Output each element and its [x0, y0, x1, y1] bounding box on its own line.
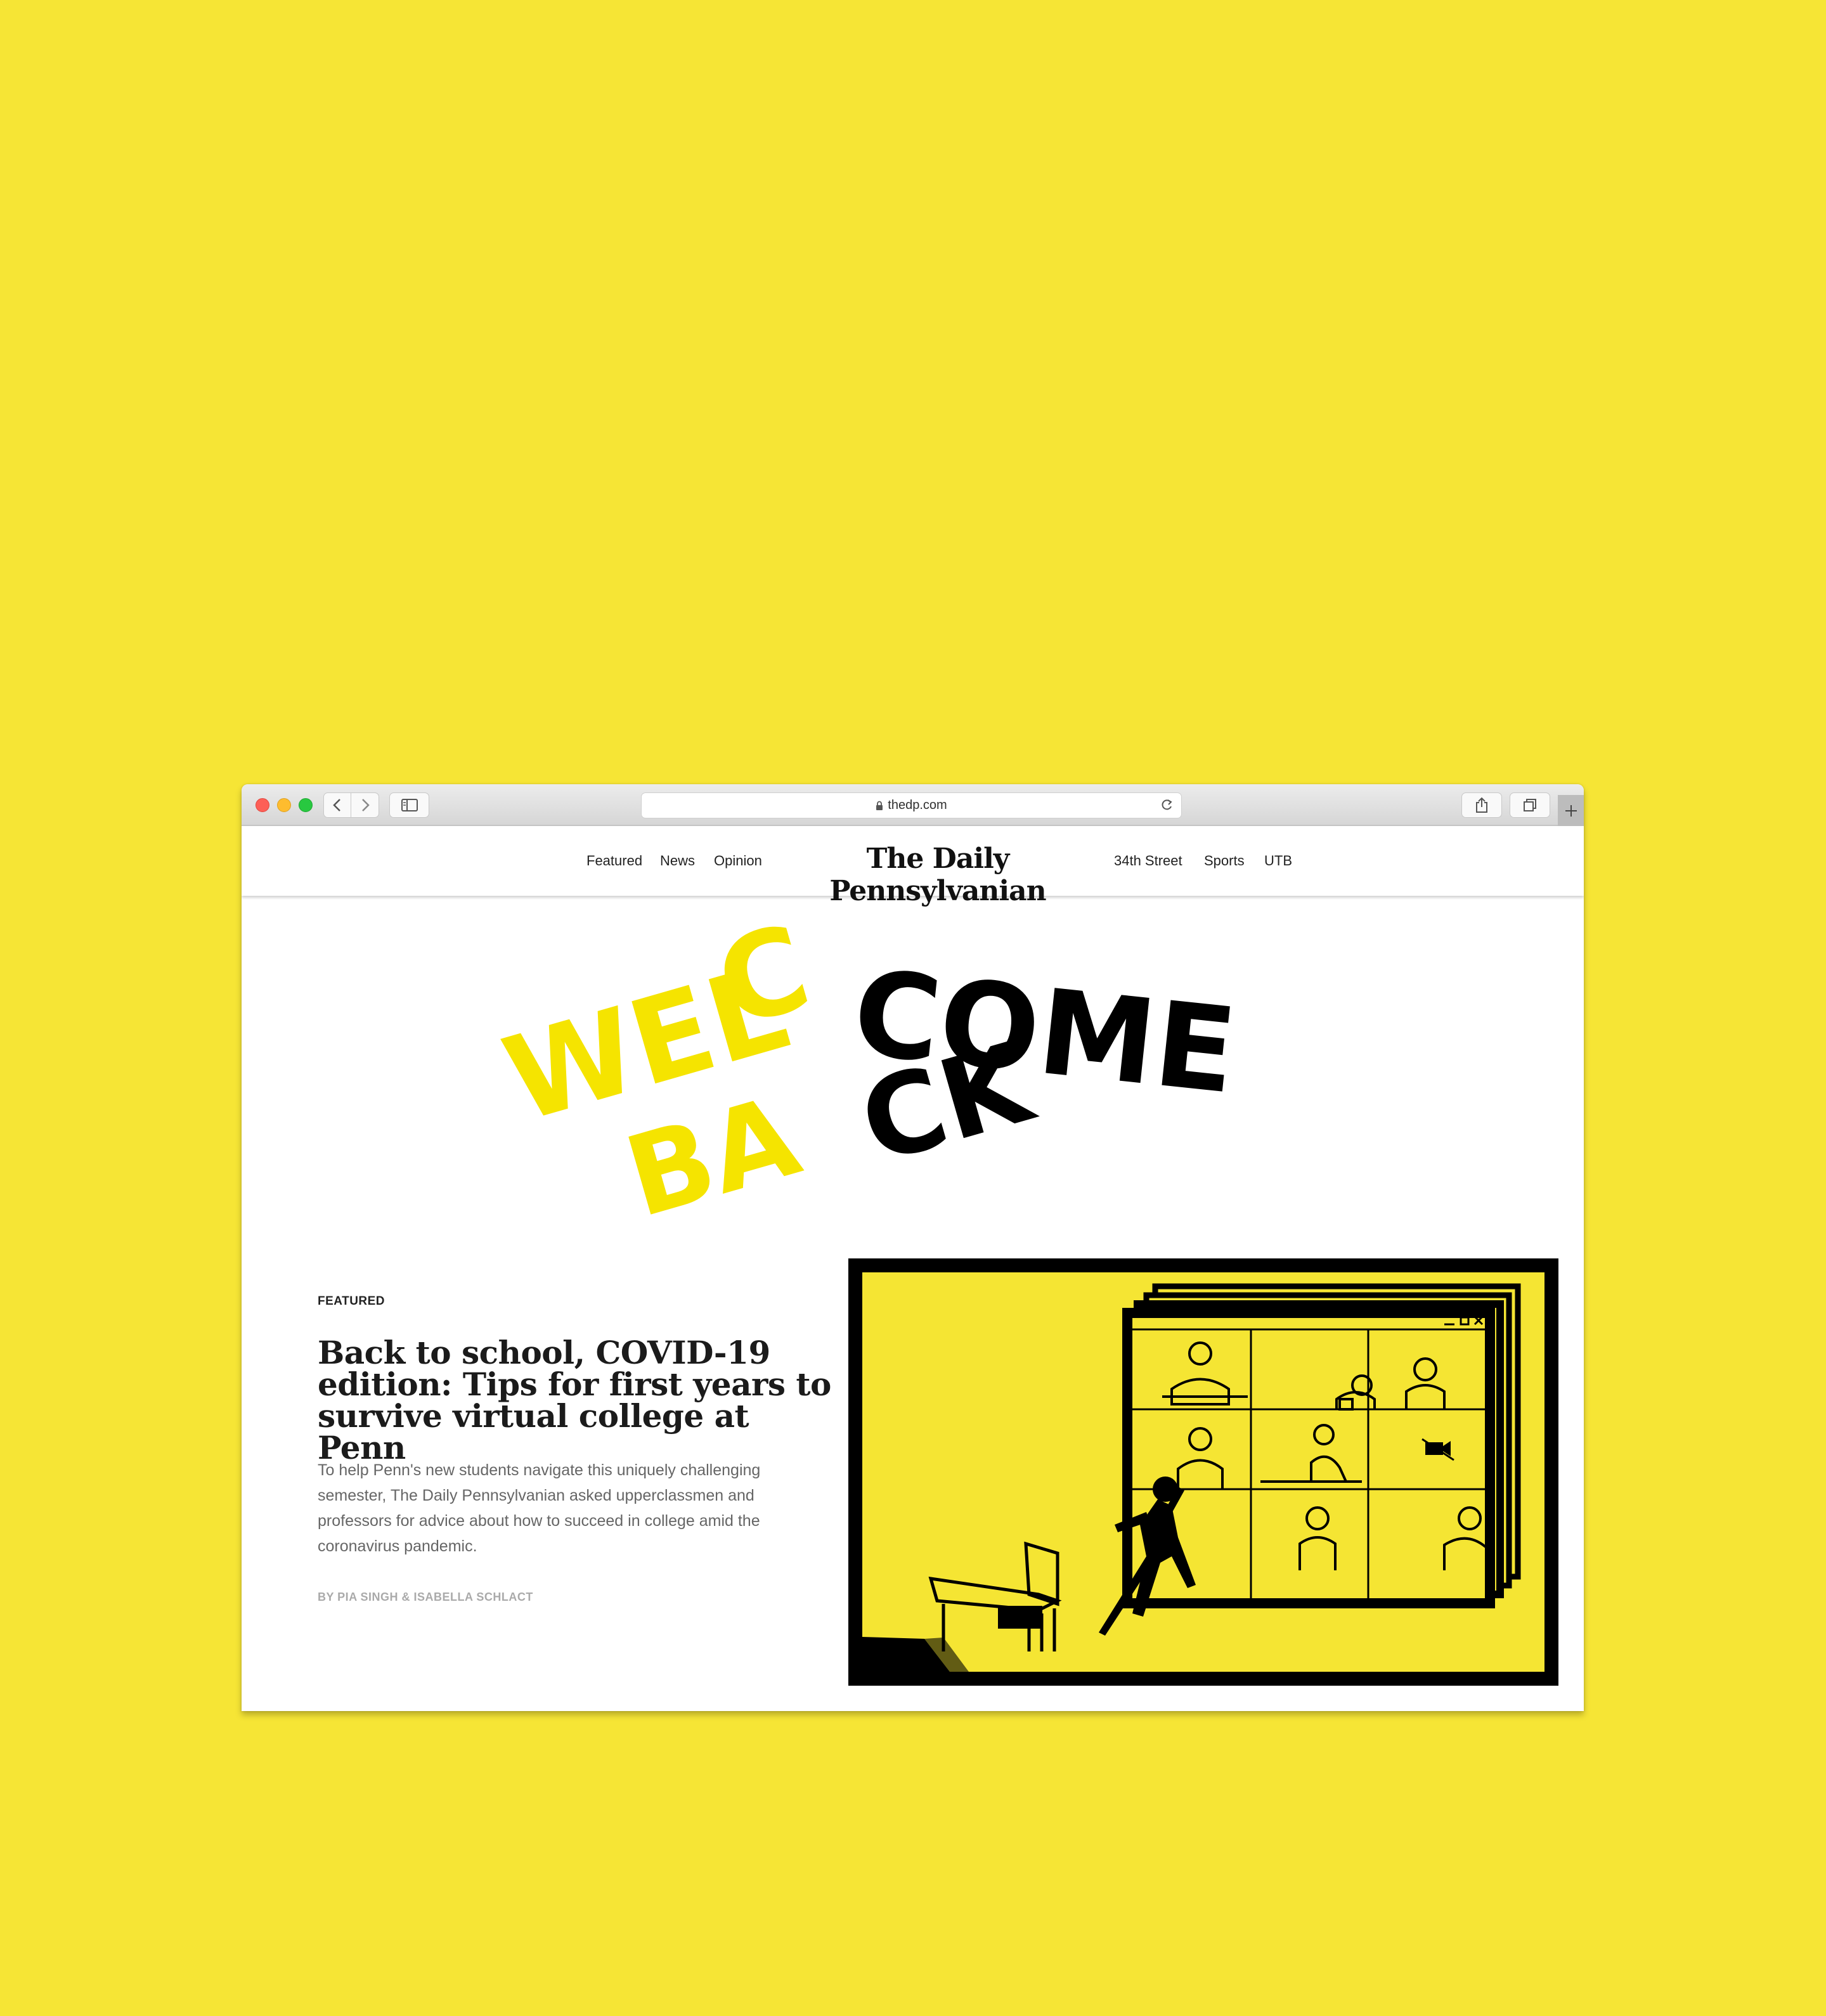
article-byline: BY PIA SINGH & ISABELLA SCHLACT: [318, 1591, 533, 1603]
nav-link-utb[interactable]: UTB: [1264, 853, 1292, 869]
share-button[interactable]: [1461, 792, 1502, 818]
forward-button[interactable]: [351, 793, 379, 817]
browser-toolbar: thedp.com: [242, 784, 1584, 826]
minimize-window-button[interactable]: [277, 798, 291, 812]
url-text: thedp.com: [888, 798, 947, 812]
lock-icon: [876, 801, 883, 810]
nav-link-featured[interactable]: Featured: [586, 853, 642, 869]
reload-icon[interactable]: [1160, 798, 1174, 812]
article-kicker[interactable]: FEATURED: [318, 1295, 385, 1308]
nav-link-opinion[interactable]: Opinion: [714, 853, 762, 869]
forward-icon: [361, 799, 370, 811]
address-bar[interactable]: thedp.com: [641, 792, 1182, 818]
nav-link-sports[interactable]: Sports: [1204, 853, 1245, 869]
article-illustration[interactable]: [848, 1258, 1558, 1686]
site-navigation: Featured News Opinion The Daily Pennsylv…: [242, 827, 1584, 907]
plus-icon: [1565, 804, 1577, 817]
zoom-window-button[interactable]: [299, 798, 313, 812]
tab-overview-button[interactable]: [1510, 792, 1550, 818]
back-icon: [333, 799, 340, 811]
sidebar-button[interactable]: [389, 792, 429, 818]
close-window-button[interactable]: [256, 798, 269, 812]
nav-link-34th-street[interactable]: 34th Street: [1114, 853, 1182, 869]
sidebar-icon: [401, 799, 418, 811]
nav-link-news[interactable]: News: [660, 853, 695, 869]
welcome-back-wordmark: WEL C COME BA CK: [491, 898, 1243, 1243]
new-tab-button[interactable]: [1558, 795, 1584, 826]
back-button[interactable]: [324, 793, 352, 817]
article-headline[interactable]: Back to school, COVID-19 edition: Tips f…: [318, 1337, 831, 1464]
tabs-icon: [1524, 799, 1536, 811]
browser-window: thedp.com Featured News Opinion The Dail…: [242, 784, 1584, 1711]
article-summary: To help Penn's new students navigate thi…: [318, 1461, 761, 1555]
share-icon: [1476, 797, 1487, 813]
welcome-back-hero: WEL C COME BA CK: [242, 897, 1584, 1243]
history-nav-group: [323, 792, 379, 818]
